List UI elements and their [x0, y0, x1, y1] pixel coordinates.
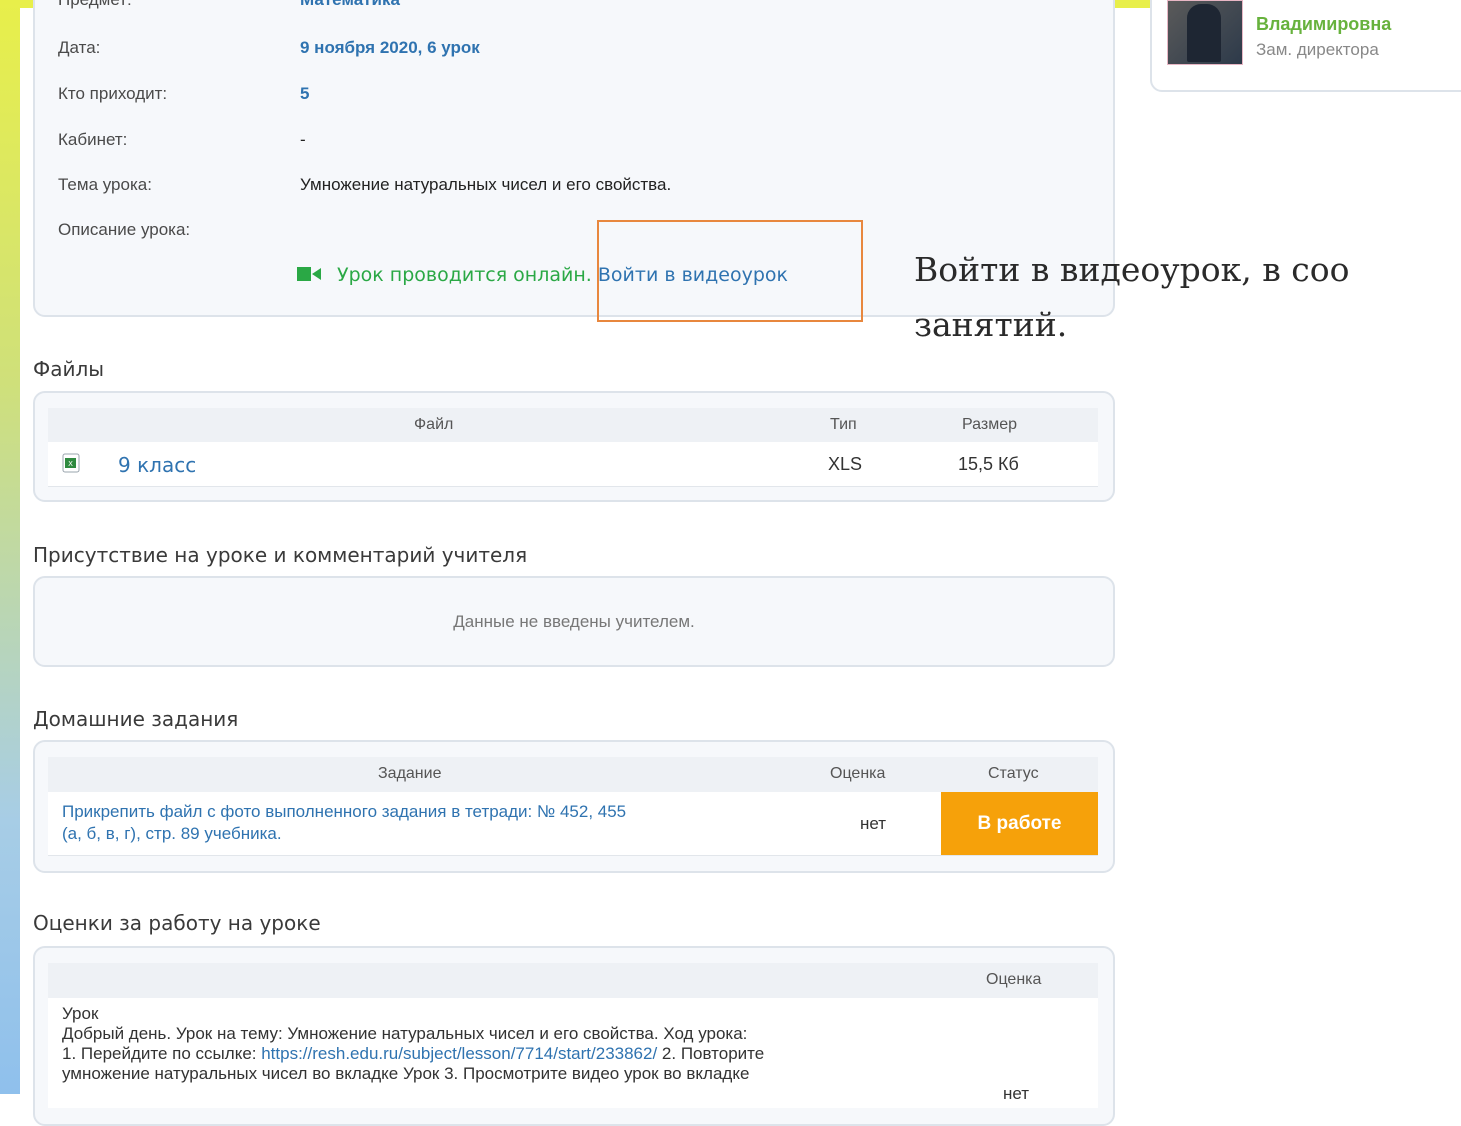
grades-table-header: Оценка: [48, 963, 1098, 998]
date-row: Дата: 9 ноября 2020, 6 урок: [0, 38, 1100, 60]
room-label: Кабинет:: [58, 130, 128, 149]
subject-row: Предмет: Математика: [0, 0, 1100, 12]
attendance-empty-text: Данные не введены учителем.: [453, 612, 695, 631]
grade-row-type: Урок: [62, 1004, 99, 1023]
svg-text:X: X: [68, 460, 73, 468]
resh-lesson-link[interactable]: https://resh.edu.ru/subject/lesson/7714/…: [261, 1044, 657, 1063]
grade-row-line-3: умножение натуральных чисел во вкладке У…: [62, 1064, 750, 1083]
file-link[interactable]: 9 класс: [118, 453, 196, 477]
subject-label: Предмет:: [58, 0, 132, 10]
homework-task-line-2: (а, б, в, г), стр. 89 учебника.: [62, 824, 282, 843]
files-header-size[interactable]: Размер: [962, 416, 1017, 434]
files-table-header: Файл Тип Размер: [48, 408, 1098, 442]
grade-row-line-2: 1. Перейдите по ссылке: https://resh.edu…: [62, 1044, 764, 1064]
grades-header-grade[interactable]: Оценка: [986, 971, 1041, 989]
table-row: X 9 класс XLS 15,5 Кб: [48, 442, 1098, 487]
video-camera-icon: [297, 265, 331, 287]
room-value: -: [300, 130, 306, 149]
subject-value: Математика: [300, 0, 400, 10]
files-section-title: Файлы: [33, 357, 105, 381]
files-header-file[interactable]: Файл: [414, 416, 453, 434]
date-value: 9 ноября 2020, 6 урок: [300, 38, 480, 57]
highlight-box: [597, 220, 863, 322]
table-row: Урок Добрый день. Урок на тему: Умножени…: [48, 998, 1098, 1108]
topic-label: Тема урока:: [58, 175, 152, 194]
grade-row-line-2-prefix: 1. Перейдите по ссылке:: [62, 1044, 262, 1063]
homework-header-task[interactable]: Задание: [378, 765, 441, 783]
excel-file-icon: X: [62, 453, 80, 478]
grade-row-line-1: Добрый день. Урок на тему: Умножение нат…: [62, 1024, 748, 1043]
file-size: 15,5 Кб: [958, 454, 1019, 474]
profile-role: Зам. директора: [1256, 40, 1379, 59]
annotation-line-1: Войти в видеоурок, в соо: [914, 250, 1350, 289]
grades-section-title: Оценки за работу на уроке: [33, 911, 321, 935]
grade-row-text: Урок Добрый день. Урок на тему: Умножени…: [62, 1004, 764, 1084]
online-status-text: Урок проводится онлайн.: [337, 264, 592, 286]
description-row: Описание урока:: [0, 220, 1100, 242]
annotation-line-2: занятий.: [914, 305, 1068, 344]
attendees-value: 5: [300, 84, 310, 103]
grade-row-grade: нет: [1003, 1084, 1030, 1103]
attendees-label: Кто приходит:: [58, 84, 168, 103]
grade-row-line-2-suffix: 2. Повторите: [657, 1044, 765, 1063]
homework-header-status[interactable]: Статус: [988, 765, 1039, 783]
homework-grade: нет: [860, 814, 887, 833]
homework-section-title: Домашние задания: [33, 707, 239, 731]
attendees-row: Кто приходит: 5: [0, 84, 1100, 106]
topic-row: Тема урока: Умножение натуральных чисел …: [0, 175, 1100, 197]
avatar-figure: [1187, 4, 1221, 62]
files-header-type[interactable]: Тип: [830, 416, 857, 434]
status-badge[interactable]: В работе: [941, 792, 1098, 855]
homework-task-line-1: Прикрепить файл с фото выполненного зада…: [62, 802, 627, 821]
date-label: Дата:: [58, 38, 101, 57]
homework-table-header: Задание Оценка Статус: [48, 757, 1098, 792]
file-type: XLS: [828, 454, 863, 474]
left-decor-strip: [0, 0, 20, 1094]
topic-value: Умножение натуральных чисел и его свойст…: [300, 175, 672, 194]
description-label: Описание урока:: [58, 220, 191, 239]
room-row: Кабинет: -: [0, 130, 1100, 152]
homework-task-link[interactable]: Прикрепить файл с фото выполненного зада…: [62, 801, 626, 845]
attendance-section-title: Присутствие на уроке и комментарий учите…: [33, 543, 528, 567]
homework-header-grade[interactable]: Оценка: [830, 765, 885, 783]
profile-name[interactable]: Владимировна: [1256, 14, 1391, 35]
